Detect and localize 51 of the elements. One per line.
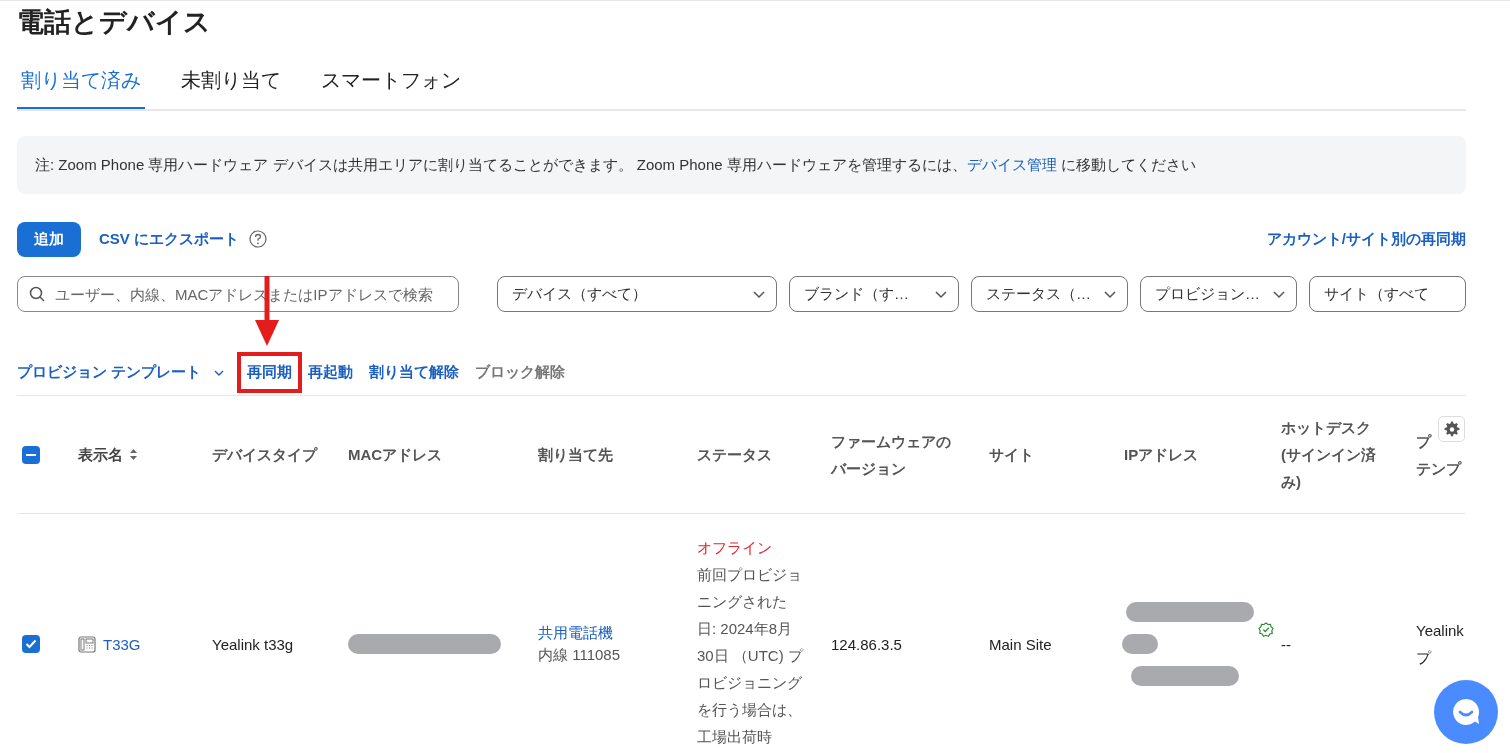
- device-management-link[interactable]: デバイス管理: [966, 155, 1057, 173]
- settings-icon: [1443, 420, 1460, 438]
- add-button[interactable]: 追加: [17, 221, 81, 257]
- tab[interactable]: スマートフォン: [317, 59, 465, 107]
- resync-link[interactable]: アカウント/サイト別の再同期: [1266, 229, 1466, 249]
- table-cell-text: --: [1281, 634, 1292, 655]
- page-title: 電話とデバイス: [17, 6, 212, 39]
- action-link[interactable]: 割り当て解除: [369, 363, 460, 382]
- tab[interactable]: 未割り当て: [177, 59, 285, 107]
- device-name-link[interactable]: T33G: [103, 630, 141, 658]
- filter-dropdown[interactable]: ステータス（…: [971, 276, 1128, 312]
- column-header: MACアドレス: [348, 445, 443, 465]
- column-header: プ: [1416, 431, 1431, 452]
- table-cell-text: Yealink: [1416, 621, 1464, 641]
- notice-text: 注: Zoom Phone 専用ハードウェア デバイスは共用エリアに割り当てることができます。 Zoom Phone 専用ハードウェアを管理するには、デバイス管理 に移動してください: [35, 155, 1196, 175]
- action-link[interactable]: 再同期: [247, 363, 293, 382]
- help-icon: [249, 230, 267, 248]
- extension-text: 内線 111085: [538, 645, 620, 665]
- column-header: ファームウェアのバージョン: [831, 431, 952, 479]
- column-header: テンプ: [1416, 458, 1461, 479]
- table-cell-text: Yealink t33g: [212, 634, 295, 655]
- column-header: 割り当て先: [538, 444, 613, 465]
- column-header: サイト: [989, 445, 1034, 465]
- table-cell-text: プ: [1416, 648, 1431, 668]
- settings-button[interactable]: [1438, 416, 1465, 442]
- column-header: デバイスタイプ: [212, 445, 317, 465]
- table-cell-text: Main Site: [989, 634, 1053, 655]
- template-menu[interactable]: プロビジョン テンプレート: [17, 363, 226, 382]
- status-detail: 前回プロビジョニングされた日: 2024年8月30日 （UTC) プロビジョニングを行う場合は、工場出荷時: [697, 565, 803, 747]
- row-checkbox[interactable]: [22, 635, 40, 653]
- export-link[interactable]: CSV にエクスポート: [99, 229, 239, 249]
- redacted-bar: [1122, 634, 1158, 654]
- assignee-link[interactable]: 共用電話機: [538, 622, 613, 644]
- tab[interactable]: 割り当て済み: [17, 59, 145, 109]
- filter-dropdown[interactable]: サイト（すべて: [1309, 276, 1466, 312]
- action-link[interactable]: 再起動: [308, 363, 354, 382]
- sort-icon: [129, 448, 138, 461]
- desk-phone-icon: [78, 635, 96, 653]
- annotation-arrow: [253, 276, 282, 346]
- table-cell-text: 124.86.3.5: [831, 634, 903, 655]
- chat-icon: [1450, 696, 1482, 728]
- column-header[interactable]: 表示名: [78, 441, 123, 468]
- column-header: IPアドレス: [1124, 445, 1199, 465]
- search-icon: [29, 286, 45, 302]
- column-header: ステータス: [697, 445, 772, 465]
- column-header: ホットデスク (サインイン済み): [1281, 418, 1377, 492]
- filter-dropdown[interactable]: デバイス（すべて）: [497, 276, 777, 312]
- filter-dropdown[interactable]: プロビジョン…: [1140, 276, 1297, 312]
- select-all-checkbox[interactable]: [22, 445, 40, 464]
- status-text: オフライン: [697, 538, 772, 558]
- filter-dropdown[interactable]: ブランド（す…: [789, 276, 959, 312]
